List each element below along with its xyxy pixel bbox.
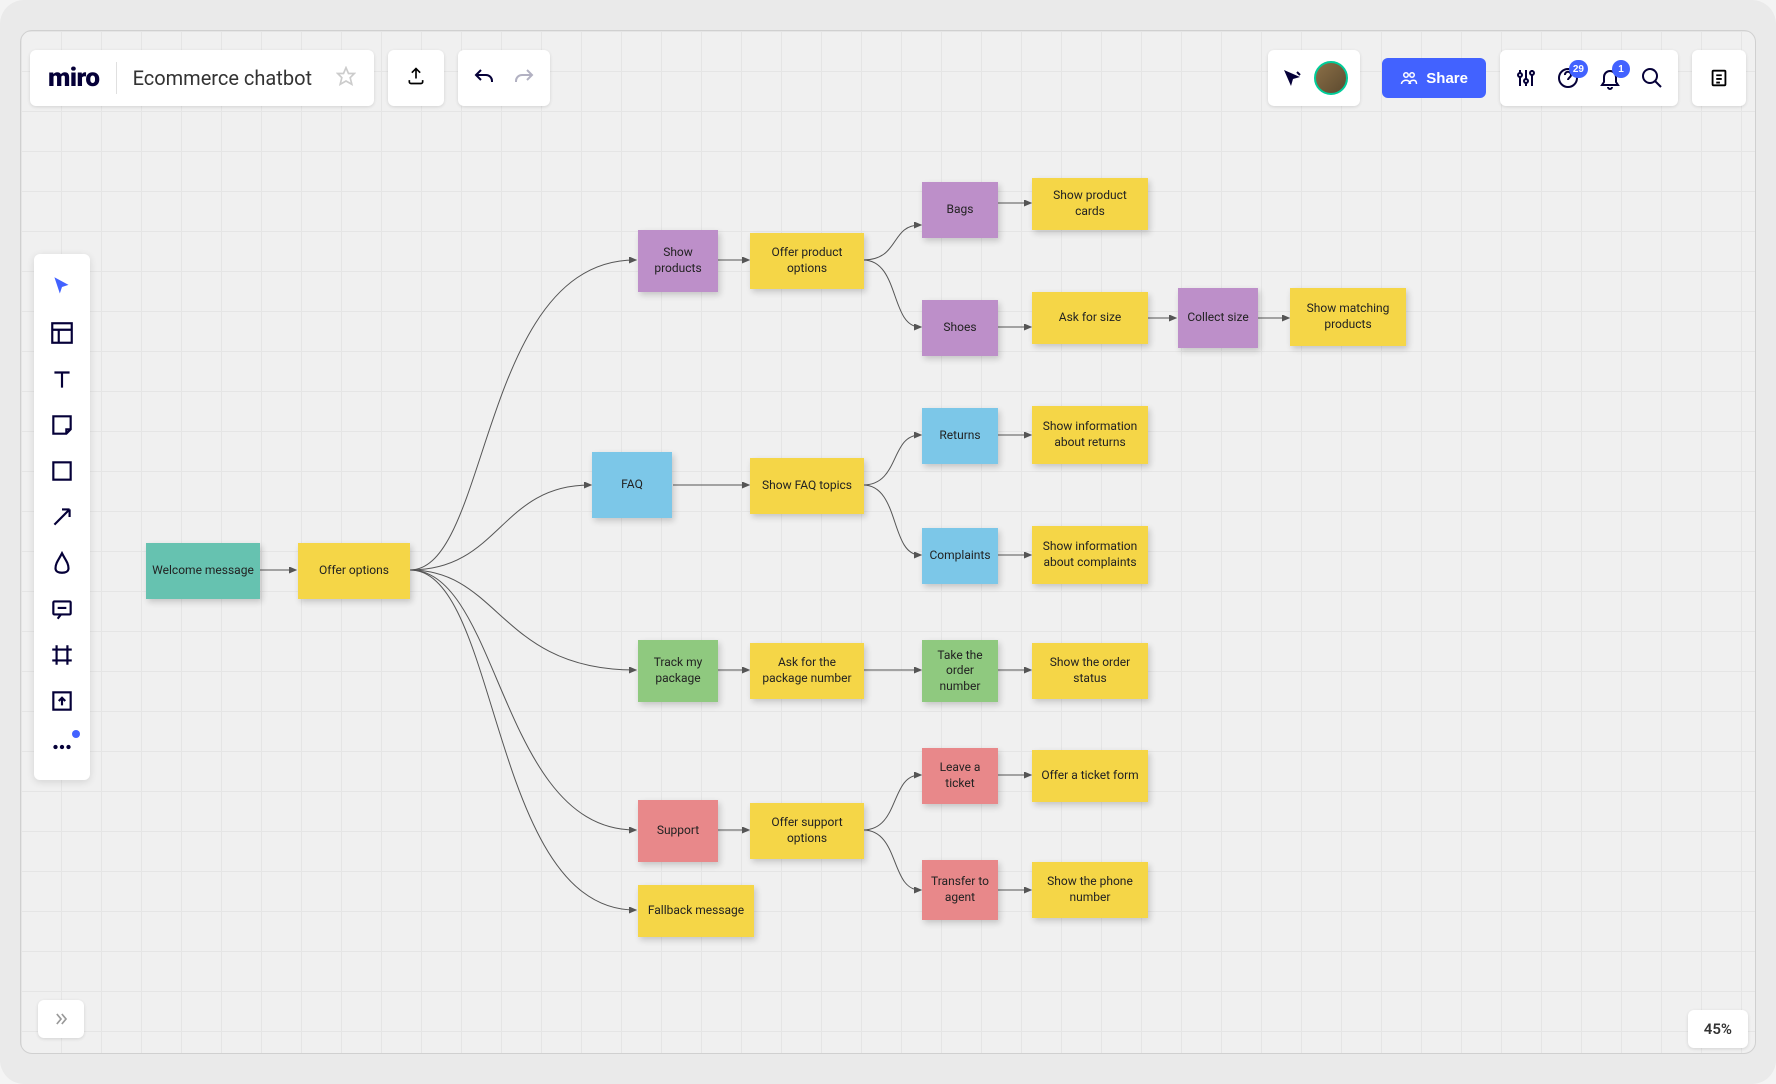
help-badge: 29 xyxy=(1569,60,1588,78)
node-show-phone[interactable]: Show the phone number xyxy=(1032,862,1148,918)
diagram-canvas[interactable]: Welcome message Offer options Show produ… xyxy=(20,30,1756,1054)
node-transfer-agent[interactable]: Transfer to agent xyxy=(922,860,998,920)
bell-icon[interactable]: 1 xyxy=(1598,66,1622,90)
collapse-toolbar-button[interactable] xyxy=(38,1000,84,1038)
node-leave-ticket[interactable]: Leave a ticket xyxy=(922,748,998,804)
connectors xyxy=(20,30,1756,1054)
notif-badge: 1 xyxy=(1612,60,1630,78)
node-offer-ticket-form[interactable]: Offer a ticket form xyxy=(1032,750,1148,802)
node-faq[interactable]: FAQ xyxy=(592,452,672,518)
node-offer-product-options[interactable]: Offer product options xyxy=(750,233,864,289)
export-icon xyxy=(406,66,426,90)
comment-tool[interactable] xyxy=(34,586,90,632)
node-show-complaints[interactable]: Show information about complaints xyxy=(1032,526,1148,584)
chevrons-right-icon xyxy=(51,1009,71,1029)
more-tool[interactable] xyxy=(34,724,90,770)
redo-icon[interactable] xyxy=(512,66,536,90)
undo-icon[interactable] xyxy=(472,66,496,90)
more-dot-indicator xyxy=(72,730,80,738)
help-icon[interactable]: 29 xyxy=(1556,66,1580,90)
node-fallback[interactable]: Fallback message xyxy=(638,885,754,937)
share-button[interactable]: Share xyxy=(1382,58,1486,98)
title-bar: miro Ecommerce chatbot xyxy=(30,50,374,106)
node-offer-support-options[interactable]: Offer support options xyxy=(750,803,864,859)
node-show-matching[interactable]: Show matching products xyxy=(1290,288,1406,346)
node-show-product-cards[interactable]: Show product cards xyxy=(1032,178,1148,230)
notes-icon xyxy=(1708,67,1730,89)
node-shoes[interactable]: Shoes xyxy=(922,300,998,356)
cursor-follow-icon[interactable] xyxy=(1280,66,1304,90)
left-toolbar xyxy=(34,254,90,780)
board-title[interactable]: Ecommerce chatbot xyxy=(133,66,312,90)
node-bags[interactable]: Bags xyxy=(922,182,998,238)
divider xyxy=(116,62,117,94)
node-support[interactable]: Support xyxy=(638,800,718,862)
node-returns[interactable]: Returns xyxy=(922,408,998,464)
frame-tool[interactable] xyxy=(34,632,90,678)
export-button[interactable] xyxy=(388,50,444,106)
templates-tool[interactable] xyxy=(34,310,90,356)
arrow-tool[interactable] xyxy=(34,494,90,540)
node-track-package[interactable]: Track my package xyxy=(638,640,718,702)
node-welcome[interactable]: Welcome message xyxy=(146,543,260,599)
zoom-level[interactable]: 45% xyxy=(1688,1010,1748,1048)
shape-tool[interactable] xyxy=(34,448,90,494)
node-offer-options[interactable]: Offer options xyxy=(298,543,410,599)
notes-button[interactable] xyxy=(1692,50,1746,106)
node-show-order-status[interactable]: Show the order status xyxy=(1032,643,1148,699)
node-show-returns[interactable]: Show information about returns xyxy=(1032,406,1148,464)
people-icon xyxy=(1400,69,1418,87)
node-complaints[interactable]: Complaints xyxy=(922,528,998,584)
presence-box xyxy=(1268,50,1360,106)
node-ask-for-size[interactable]: Ask for size xyxy=(1032,292,1148,344)
search-icon[interactable] xyxy=(1640,66,1664,90)
node-show-products[interactable]: Show products xyxy=(638,230,718,292)
right-actions: 29 1 xyxy=(1500,50,1678,106)
node-take-order-num[interactable]: Take the order number xyxy=(922,640,998,702)
share-label: Share xyxy=(1426,70,1468,87)
node-show-faq-topics[interactable]: Show FAQ topics xyxy=(750,458,864,514)
settings-icon[interactable] xyxy=(1514,66,1538,90)
pen-tool[interactable] xyxy=(34,540,90,586)
undo-redo-group xyxy=(458,50,550,106)
upload-tool[interactable] xyxy=(34,678,90,724)
app-logo: miro xyxy=(48,63,100,93)
node-ask-package-num[interactable]: Ask for the package number xyxy=(750,643,864,699)
text-tool[interactable] xyxy=(34,356,90,402)
sticky-tool[interactable] xyxy=(34,402,90,448)
user-avatar[interactable] xyxy=(1314,61,1348,95)
select-tool[interactable] xyxy=(34,264,90,310)
node-collect-size[interactable]: Collect size xyxy=(1178,288,1258,348)
star-icon[interactable] xyxy=(336,66,356,90)
